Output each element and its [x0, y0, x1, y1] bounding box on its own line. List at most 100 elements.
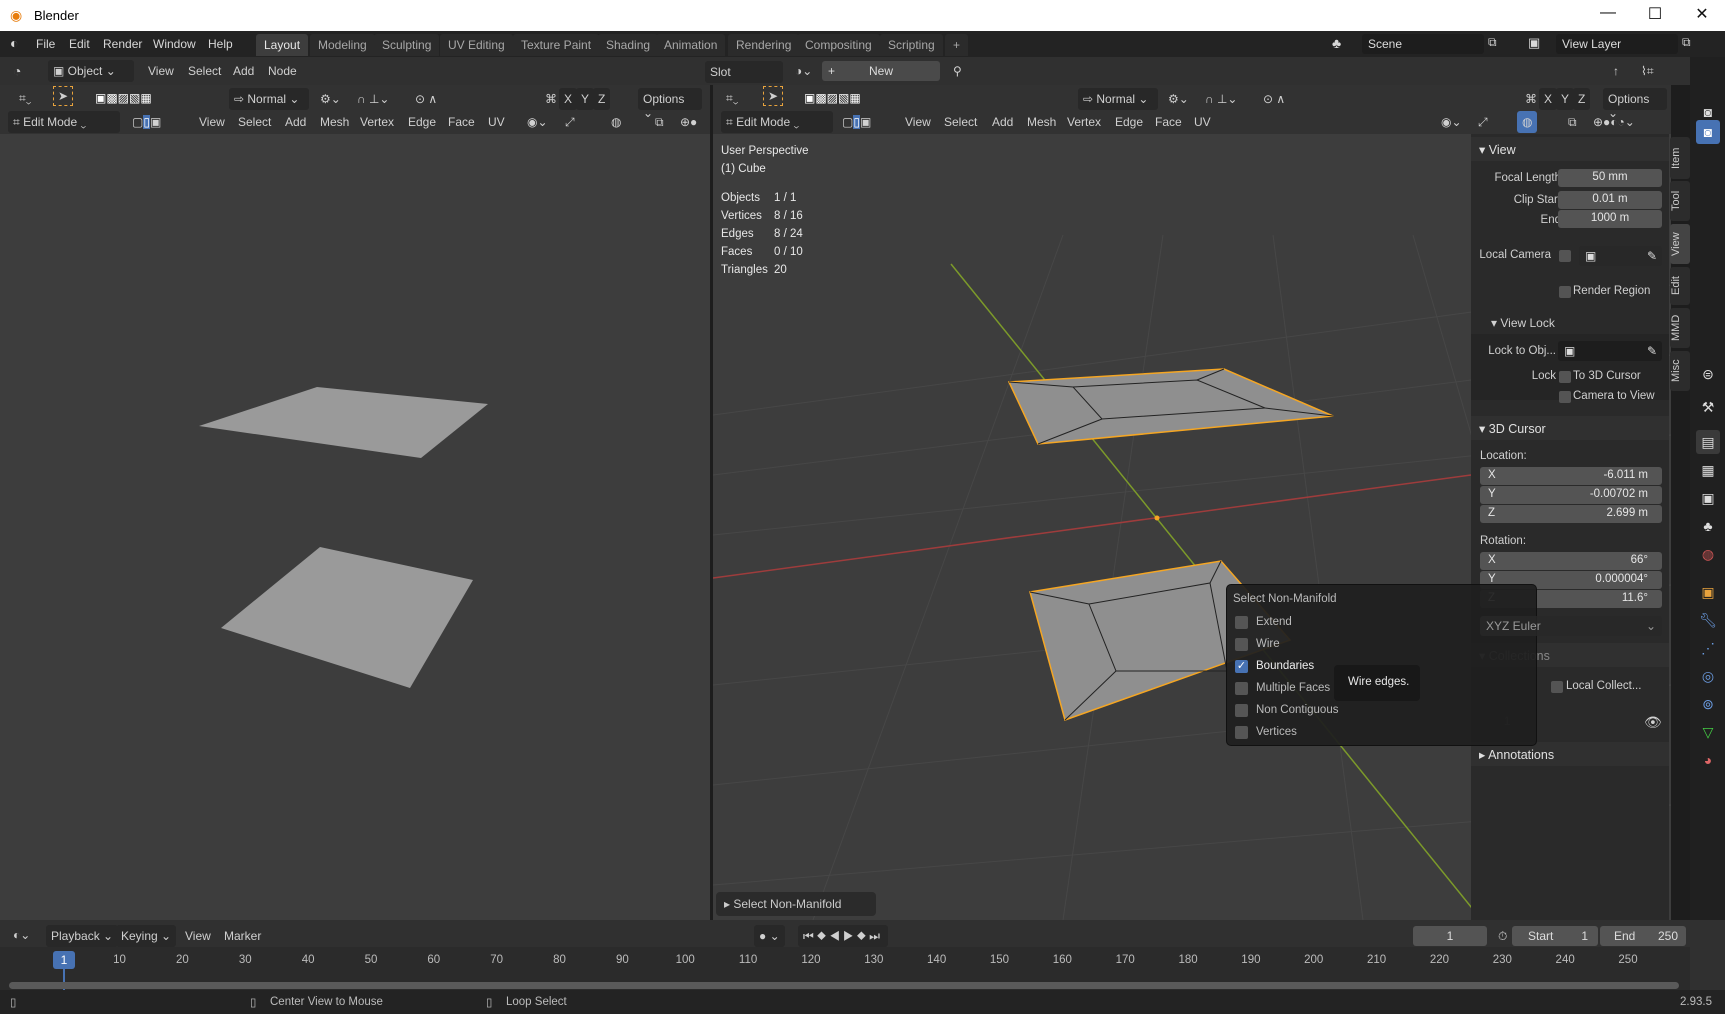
menu-view[interactable]: View — [180, 925, 216, 947]
3d-cursor-section-header[interactable]: ▾ 3D Cursor — [1471, 416, 1669, 440]
sidebar-tab-tool[interactable]: Tool — [1670, 181, 1690, 221]
clip-end-field[interactable]: 1000 m — [1558, 210, 1662, 228]
minimize-button[interactable]: — — [1588, 4, 1628, 26]
visibility-icon[interactable]: ◉⌄ — [1436, 111, 1467, 133]
maximize-button[interactable]: ☐ — [1635, 4, 1675, 26]
axis-y-toggle[interactable]: Y — [1556, 88, 1575, 110]
checkbox-checked[interactable]: ✓ — [1235, 660, 1248, 673]
menu-face[interactable]: Face — [443, 111, 480, 133]
menu-render[interactable]: Render — [103, 37, 142, 51]
scene-icon[interactable]: ♣ — [1696, 514, 1720, 538]
tab-uv-editing[interactable]: UV Editing — [440, 34, 513, 56]
stopwatch-icon[interactable]: ⏱ — [1493, 925, 1512, 948]
particles-icon[interactable]: ⋰ — [1696, 636, 1720, 660]
menu-view[interactable]: View — [900, 111, 936, 133]
options-dropdown[interactable]: Options ⌄ — [1603, 88, 1667, 120]
playback-menu[interactable]: Playback ⌄ — [46, 925, 119, 947]
render-region-checkbox[interactable] — [1559, 286, 1571, 298]
record-icon[interactable]: ● ⌄ — [754, 925, 785, 947]
scene-field[interactable]: Scene — [1362, 34, 1484, 54]
pivot-icon[interactable]: ⚙⌄ — [315, 88, 346, 110]
cursor-location-x[interactable]: X -6.011 m — [1480, 467, 1662, 485]
tab-rendering[interactable]: Rendering — [728, 34, 800, 56]
left-viewport[interactable]: ⌗⌄ ➤ ▣▩▨▧▦ ⇨ Normal ⌄ ⚙⌄ ∩ ⊥⌄ ⊙ ∧ ⌘ X Y … — [0, 85, 710, 920]
camera-icon[interactable]: ◙ — [1696, 120, 1720, 144]
menu-help[interactable]: Help — [208, 37, 233, 51]
cursor-location-z[interactable]: Z 2.699 m — [1480, 505, 1662, 523]
slot-dropdown[interactable]: Slot — [705, 61, 783, 83]
blender-menu-icon[interactable]: ◐ — [10, 35, 18, 51]
clip-start-field[interactable]: 0.01 m — [1558, 191, 1662, 209]
copy-icon[interactable]: ⧉ — [1488, 35, 1497, 50]
constraints-icon[interactable]: ⊚ — [1696, 692, 1720, 716]
physics-icon[interactable]: ◎ — [1696, 664, 1720, 688]
axis-x-toggle[interactable]: X — [1539, 88, 1558, 110]
checkbox[interactable] — [1235, 616, 1248, 629]
menu-vertex[interactable]: Vertex — [1062, 111, 1106, 133]
eyedropper-icon[interactable]: ✎ — [1647, 249, 1657, 263]
start-frame-field[interactable]: Start 1 — [1512, 926, 1598, 946]
transform-pivot-icon[interactable]: ⌗⌄ — [14, 87, 36, 110]
edit-mode-dropdown[interactable]: ⌗ Edit Mode ⌄ — [721, 111, 833, 133]
eyedropper-icon[interactable]: ✎ — [1647, 344, 1657, 358]
toggle-icon[interactable]: ⊜ — [1696, 362, 1720, 386]
overlay-icon[interactable]: ◍ — [1517, 111, 1538, 133]
visibility-icon[interactable]: ◉⌄ — [522, 111, 553, 133]
local-camera-field[interactable]: ▣ ✎ — [1579, 246, 1662, 266]
current-frame-field[interactable]: 1 — [1413, 926, 1487, 946]
sidebar-tab-item[interactable]: Item — [1670, 137, 1690, 179]
timeline-ruler[interactable]: 10 20 30 40 50 60 70 80 90 100 110 120 130 140 150 160 1… — [0, 947, 1690, 990]
sidebar-tab-mmd[interactable]: MMD — [1670, 308, 1690, 348]
sidebar-tab-edit[interactable]: Edit — [1670, 267, 1690, 305]
snap-icon[interactable]: ⌇⌗ — [1636, 60, 1659, 83]
xray-icon[interactable]: ⧉ — [650, 111, 669, 134]
cursor-location-y[interactable]: Y -0.00702 m — [1480, 486, 1662, 504]
object-mode-dropdown[interactable]: ▣ Object ⌄ — [48, 60, 134, 82]
editor-type-icon[interactable]: ◐⌄ — [8, 924, 35, 946]
menu-select[interactable]: Select — [183, 60, 226, 82]
tab-scripting[interactable]: Scripting — [880, 34, 943, 56]
checkbox[interactable] — [1235, 638, 1248, 651]
tab-animation[interactable]: Animation — [656, 34, 726, 56]
sidebar-tab-misc[interactable]: Misc — [1670, 351, 1690, 391]
sidebar-tab-view[interactable]: View — [1670, 224, 1690, 264]
parent-icon[interactable]: ↑ — [1608, 60, 1624, 82]
close-button[interactable]: ✕ — [1682, 4, 1722, 26]
focal-length-field[interactable]: 50 mm — [1558, 169, 1662, 187]
axis-z-toggle[interactable]: Z — [1573, 88, 1591, 110]
selection-mode-icons[interactable]: ▢▯▣ — [127, 111, 166, 133]
proportional-edit-icon[interactable]: ⊙ ∧ — [1258, 88, 1290, 110]
copy-icon[interactable]: ⧉ — [1682, 35, 1691, 50]
scene-icon[interactable]: ♣ — [1332, 35, 1341, 51]
pin-icon[interactable]: ⚲ — [948, 60, 967, 82]
menu-view[interactable]: View — [194, 111, 230, 133]
add-workspace-button[interactable]: + — [945, 34, 969, 56]
menu-vertex[interactable]: Vertex — [355, 111, 399, 133]
menu-edit[interactable]: Edit — [69, 37, 90, 51]
checkbox[interactable] — [1235, 682, 1248, 695]
tool-icon[interactable]: ⚒ — [1696, 395, 1720, 419]
view-layer-icon[interactable]: ▣ — [1528, 35, 1540, 51]
menu-uv[interactable]: UV — [1189, 111, 1216, 133]
keying-menu[interactable]: Keying ⌄ — [116, 925, 177, 947]
end-frame-field[interactable]: End 250 — [1600, 926, 1686, 946]
menu-file[interactable]: File — [36, 37, 55, 51]
select-mode-icons[interactable]: ▣▩▨▧▦ — [90, 87, 157, 109]
axis-y-toggle[interactable]: Y — [576, 88, 595, 110]
proportional-edit-icon[interactable]: ⊙ ∧ — [410, 88, 442, 110]
shading-icons[interactable]: ⊕●◐◔⌄ — [1588, 111, 1640, 133]
menu-face[interactable]: Face — [1150, 111, 1187, 133]
output-icon[interactable]: ▦ — [1696, 458, 1720, 482]
modifier-wrench-icon[interactable]: 🔧︎ — [1696, 608, 1720, 632]
menu-window[interactable]: Window — [153, 37, 196, 51]
new-material-button[interactable]: + New — [822, 61, 940, 81]
checkbox[interactable] — [1235, 726, 1248, 739]
redo-panel[interactable]: ▸ Select Non-Manifold — [716, 892, 876, 916]
xray-icon[interactable]: ⧉ — [1563, 111, 1582, 134]
select-mode-icons[interactable]: ▣▩▨▧▦ — [799, 87, 866, 109]
material-icon[interactable]: ◑⌄ — [790, 60, 817, 82]
view-lock-header[interactable]: ▾ View Lock — [1491, 316, 1555, 330]
local-collections-checkbox[interactable] — [1551, 681, 1563, 693]
timeline-scrollbar[interactable] — [9, 982, 1679, 989]
lock-3d-cursor-checkbox[interactable] — [1559, 371, 1571, 383]
